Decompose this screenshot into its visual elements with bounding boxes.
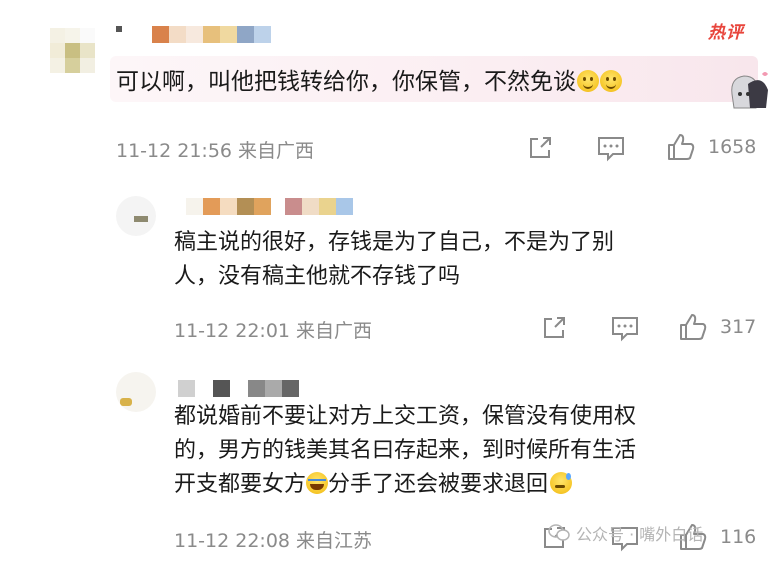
watermark: 公众号 · 嘴外白话 xyxy=(548,521,703,545)
like-icon[interactable] xyxy=(666,132,696,162)
like-count: 116 xyxy=(720,526,757,548)
comment-body: 可以啊，叫他把钱转给你，你保管，不然免谈 xyxy=(116,69,576,95)
comment-icon[interactable] xyxy=(596,134,626,162)
share-icon[interactable] xyxy=(540,314,568,342)
reply-meta: 11-12 22:08 来自江苏 xyxy=(174,530,373,552)
reply-line: 稿主说的很好，存钱是为了自己，不是为了别 xyxy=(174,230,615,255)
like-count: 1658 xyxy=(708,136,757,158)
reply-line: 开支都要女方 分手了还会被要求退回 xyxy=(174,468,636,502)
username-redacted[interactable] xyxy=(178,380,299,397)
avatar[interactable] xyxy=(50,28,96,74)
reply-meta: 11-12 22:01 来自广西 xyxy=(174,320,373,342)
username-redacted[interactable] xyxy=(116,26,271,43)
wechat-icon xyxy=(548,524,570,541)
like-icon[interactable] xyxy=(678,312,708,342)
comment-icon[interactable] xyxy=(610,314,640,342)
reply-line: 人，没有稿主他就不存钱了吗 xyxy=(174,264,461,289)
avatar[interactable] xyxy=(116,372,156,412)
avatar[interactable] xyxy=(116,196,156,236)
smile-emoji xyxy=(577,70,599,92)
reply-line: 都说婚前不要让对方上交工资，保管没有使用权 xyxy=(174,404,637,429)
hot-comment-badge: 热评 xyxy=(708,23,744,43)
like-count: 317 xyxy=(720,316,757,338)
username-redacted[interactable] xyxy=(186,198,353,215)
comment-text: 可以啊，叫他把钱转给你，你保管，不然免谈 xyxy=(116,62,622,96)
smile-emoji xyxy=(600,70,622,92)
comment-meta: 11-12 21:56 来自广西 xyxy=(116,140,315,162)
reply-text: 稿主说的很好，存钱是为了自己，不是为了别 人，没有稿主他就不存钱了吗 xyxy=(174,226,614,294)
reply-line: 的，男方的钱美其名曰存起来，到时候所有生活 xyxy=(174,438,637,463)
watermark-text: 公众号 · 嘴外白话 xyxy=(576,525,704,544)
share-icon[interactable] xyxy=(526,134,554,162)
laugh-cry-emoji xyxy=(306,472,329,494)
reply-text: 都说婚前不要让对方上交工资，保管没有使用权 的，男方的钱美其名曰存起来，到时候所… xyxy=(174,400,636,502)
anime-sticker-icon xyxy=(731,72,768,109)
sweat-emoji xyxy=(550,472,573,494)
